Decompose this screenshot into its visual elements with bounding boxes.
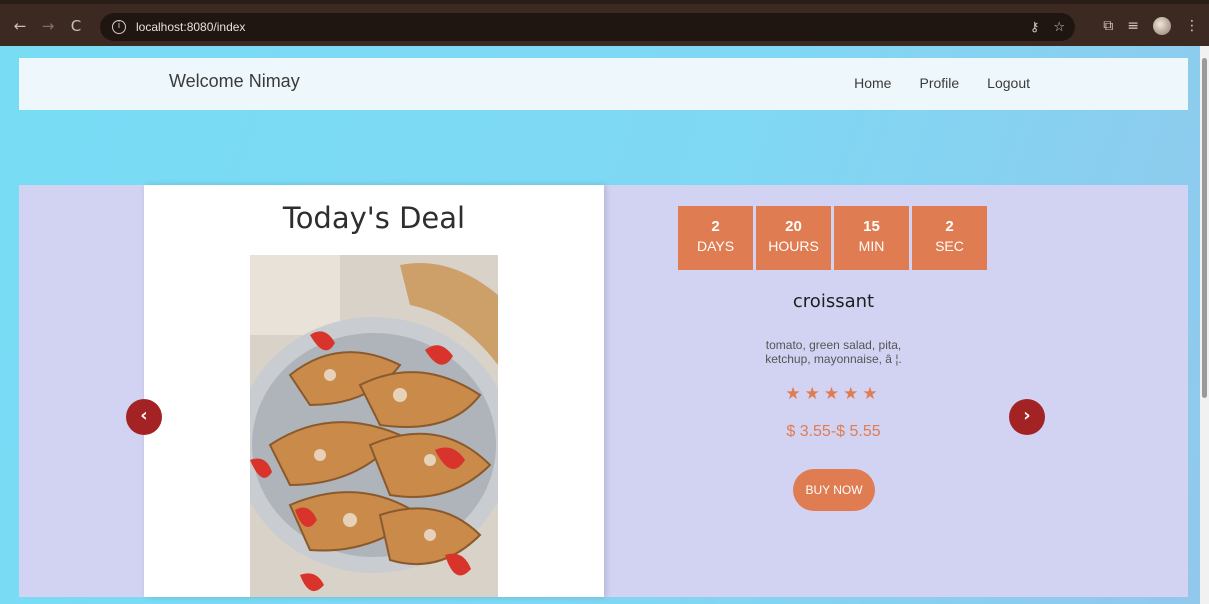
browser-toolbar: ← → C i localhost:8080/index ⚷ ☆ ⧉ ≡ ⋮ xyxy=(0,0,1209,46)
countdown-sec-label: SEC xyxy=(935,238,964,254)
countdown-hours: 20 HOURS xyxy=(756,206,831,270)
forward-icon[interactable]: → xyxy=(34,17,62,35)
bookmark-star-icon[interactable]: ☆ xyxy=(1053,20,1065,35)
product-description: tomato, green salad, pita, ketchup, mayo… xyxy=(765,338,902,366)
reload-icon[interactable]: C xyxy=(62,17,90,35)
deal-carousel: Today's Deal ‹ › 2 DAYS 20 HOURS 15 MIN … xyxy=(19,185,1188,597)
password-key-icon[interactable]: ⚷ xyxy=(1030,20,1040,35)
nav-profile-link[interactable]: Profile xyxy=(919,75,959,91)
page-scrollbar[interactable] xyxy=(1200,46,1209,604)
welcome-brand: Welcome Nimay xyxy=(169,71,300,91)
reading-list-icon[interactable]: ≡ xyxy=(1127,18,1139,34)
countdown-days: 2 DAYS xyxy=(678,206,753,270)
deal-card: Today's Deal xyxy=(144,185,604,597)
countdown-sec: 2 SEC xyxy=(912,206,987,270)
buy-now-button[interactable]: BUY NOW xyxy=(793,469,875,511)
croissant-photo xyxy=(250,255,498,597)
scrollbar-thumb[interactable] xyxy=(1202,58,1207,398)
deal-countdown: 2 DAYS 20 HOURS 15 MIN 2 SEC xyxy=(678,206,987,270)
countdown-sec-value: 2 xyxy=(945,218,954,235)
page-viewport: Welcome Nimay Home Profile Logout Today'… xyxy=(0,46,1200,604)
address-bar[interactable]: i localhost:8080/index ⚷ ☆ xyxy=(100,13,1075,41)
nav-home-link[interactable]: Home xyxy=(854,75,891,91)
profile-avatar-icon[interactable] xyxy=(1153,17,1171,35)
menu-icon[interactable]: ⋮ xyxy=(1185,18,1199,34)
product-price: $ 3.55-$ 5.55 xyxy=(786,423,881,440)
countdown-hours-label: HOURS xyxy=(768,238,819,254)
rating-stars-icon: ★★★★★ xyxy=(785,384,882,404)
carousel-prev-button[interactable]: ‹ xyxy=(126,399,162,435)
nav-logout-link[interactable]: Logout xyxy=(987,75,1030,91)
countdown-days-label: DAYS xyxy=(696,238,735,254)
product-name: croissant xyxy=(792,291,875,312)
site-info-icon[interactable]: i xyxy=(112,20,126,34)
countdown-hours-value: 20 xyxy=(785,218,802,235)
top-navbar: Welcome Nimay Home Profile Logout xyxy=(19,58,1188,110)
countdown-min-value: 15 xyxy=(863,218,880,235)
croissant-plate-illustration xyxy=(250,255,498,597)
nav-links: Home Profile Logout xyxy=(854,75,1030,91)
carousel-next-button[interactable]: › xyxy=(1009,399,1045,435)
countdown-days-value: 2 xyxy=(711,218,720,235)
back-icon[interactable]: ← xyxy=(6,17,34,35)
countdown-min-label: MIN xyxy=(858,238,885,254)
deal-title: Today's Deal xyxy=(282,201,466,235)
url-text[interactable]: localhost:8080/index xyxy=(136,20,245,34)
countdown-min: 15 MIN xyxy=(834,206,909,270)
extensions-icon[interactable]: ⧉ xyxy=(1103,18,1113,34)
